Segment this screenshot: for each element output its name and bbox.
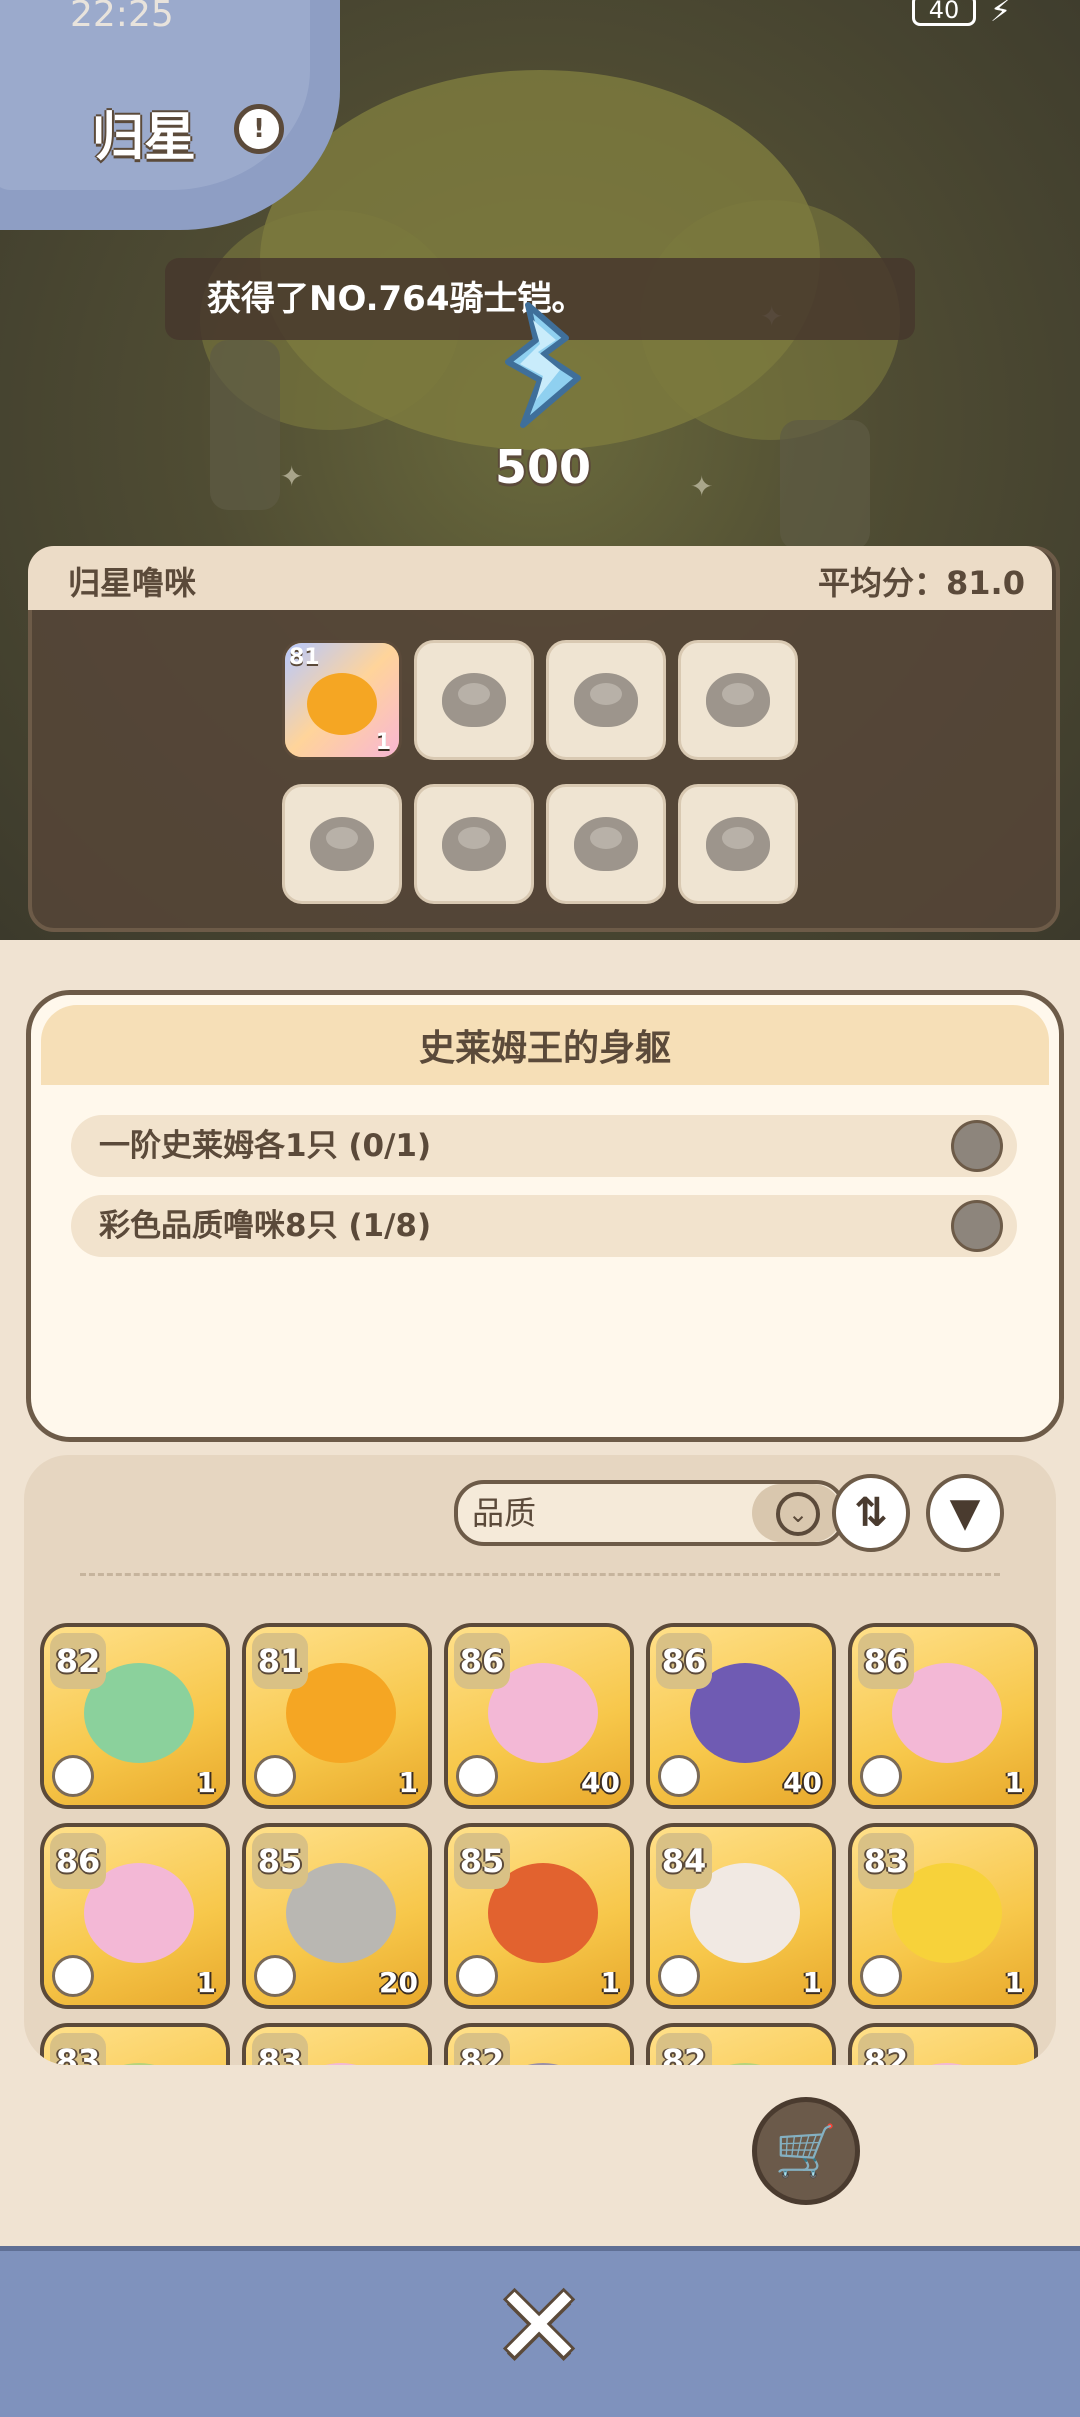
roster-card[interactable]: 83 bbox=[40, 2023, 230, 2065]
card-level: 83 bbox=[858, 1833, 914, 1889]
roster-card[interactable]: 81 1 bbox=[242, 1623, 432, 1809]
team-slot-empty[interactable] bbox=[546, 784, 666, 904]
requirement-text: 彩色品质噜咪8只 (1/8) bbox=[99, 1208, 432, 1244]
card-count: 20 bbox=[379, 1966, 418, 1999]
battery-indicator: 40 bbox=[912, 0, 976, 26]
requirement-status-icon bbox=[951, 1200, 1003, 1252]
team-slot-empty[interactable] bbox=[414, 784, 534, 904]
empty-slot-icon bbox=[442, 673, 506, 727]
sort-label: 品质 bbox=[472, 1494, 537, 1532]
card-count: 1 bbox=[600, 1966, 620, 1999]
team-slot-empty[interactable] bbox=[282, 784, 402, 904]
requirement-status-icon bbox=[951, 1120, 1003, 1172]
requirement-text: 一阶史莱姆各1只 (0/1) bbox=[99, 1128, 432, 1164]
element-icon bbox=[254, 1955, 296, 1997]
card-level: 81 bbox=[252, 1633, 308, 1689]
page-title: 归星 bbox=[92, 108, 197, 168]
empty-slot-icon bbox=[706, 817, 770, 871]
card-level: 84 bbox=[656, 1833, 712, 1889]
roster-card[interactable]: 83 1 bbox=[848, 1823, 1038, 2009]
sort-dropdown[interactable]: 品质 ⌄ bbox=[454, 1480, 846, 1546]
roster-card[interactable]: 86 40 bbox=[444, 1623, 634, 1809]
filter-button[interactable]: ▼ bbox=[926, 1474, 1004, 1552]
roster-card[interactable]: 86 1 bbox=[848, 1623, 1038, 1809]
roster-card[interactable]: 82 bbox=[848, 2023, 1038, 2065]
card-level: 86 bbox=[50, 1833, 106, 1889]
card-count: 1 bbox=[1004, 1766, 1024, 1799]
card-level: 85 bbox=[454, 1833, 510, 1889]
roster-card[interactable]: 84 1 bbox=[646, 1823, 836, 2009]
element-icon bbox=[456, 1755, 498, 1797]
element-icon bbox=[658, 1755, 700, 1797]
card-level: 82 bbox=[656, 2033, 712, 2065]
element-icon bbox=[860, 1955, 902, 1997]
team-average-score: 平均分：81.0 bbox=[818, 564, 1025, 602]
card-level: 83 bbox=[252, 2033, 308, 2065]
sparkle-icon: ✦ bbox=[690, 470, 714, 503]
slot-count: 1 bbox=[375, 730, 391, 755]
mission-requirement: 一阶史莱姆各1只 (0/1) bbox=[71, 1115, 1017, 1177]
shop-cart-button[interactable]: 🛒 bbox=[752, 2097, 860, 2205]
mission-requirement: 彩色品质噜咪8只 (1/8) bbox=[71, 1195, 1017, 1257]
empty-slot-icon bbox=[574, 817, 638, 871]
team-slot-empty[interactable] bbox=[414, 640, 534, 760]
card-level: 86 bbox=[656, 1633, 712, 1689]
card-count: 1 bbox=[196, 1766, 216, 1799]
roster-card[interactable]: 86 40 bbox=[646, 1623, 836, 1809]
roster-card[interactable]: 82 1 bbox=[40, 1623, 230, 1809]
empty-slot-icon bbox=[706, 673, 770, 727]
team-name: 归星噜咪 bbox=[68, 564, 197, 602]
empty-slot-icon bbox=[310, 817, 374, 871]
card-level: 82 bbox=[50, 1633, 106, 1689]
mission-card: 史莱姆王的身躯 一阶史莱姆各1只 (0/1) 彩色品质噜咪8只 (1/8) bbox=[26, 990, 1064, 1442]
roster-card[interactable]: 85 1 bbox=[444, 1823, 634, 2009]
card-level: 86 bbox=[858, 1633, 914, 1689]
slot-level: 81 bbox=[289, 645, 320, 670]
charging-icon: ⚡ bbox=[990, 0, 1012, 29]
close-button[interactable]: ✕ bbox=[493, 2271, 585, 2381]
team-slot-empty[interactable] bbox=[678, 640, 798, 760]
element-icon bbox=[860, 1755, 902, 1797]
dropdown-toggle[interactable]: ⌄ bbox=[752, 1484, 842, 1542]
card-count: 40 bbox=[581, 1766, 620, 1799]
creature-avatar bbox=[307, 673, 377, 735]
card-count: 1 bbox=[802, 1966, 822, 1999]
divider bbox=[80, 1573, 1000, 1576]
element-icon bbox=[254, 1755, 296, 1797]
card-count: 1 bbox=[398, 1766, 418, 1799]
roster-panel: 品质 ⌄ ⇅ ▼ 82 1 81 1 86 40 86 40 86 1 86 1 85 20 85 1 84 1 8… bbox=[24, 1455, 1056, 2065]
element-icon bbox=[52, 1755, 94, 1797]
empty-slot-icon bbox=[574, 673, 638, 727]
roster-card[interactable]: 83 bbox=[242, 2023, 432, 2065]
element-icon bbox=[456, 1955, 498, 1997]
status-time: 22:25 bbox=[70, 0, 174, 35]
roster-card[interactable]: 82 bbox=[444, 2023, 634, 2065]
roster-card[interactable]: 86 1 bbox=[40, 1823, 230, 2009]
team-slot-empty[interactable] bbox=[678, 784, 798, 904]
stone-pillar-right bbox=[780, 420, 870, 550]
card-count: 1 bbox=[1004, 1966, 1024, 1999]
card-level: 85 bbox=[252, 1833, 308, 1889]
card-level: 82 bbox=[858, 2033, 914, 2065]
team-slot-empty[interactable] bbox=[546, 640, 666, 760]
mission-title: 史莱姆王的身躯 bbox=[41, 1005, 1049, 1085]
energy-value: 500 bbox=[495, 440, 592, 494]
chevron-down-icon: ⌄ bbox=[776, 1492, 820, 1536]
card-level: 82 bbox=[454, 2033, 510, 2065]
stone-pillar-left bbox=[210, 340, 280, 510]
sparkle-icon: ✦ bbox=[280, 460, 304, 493]
card-count: 40 bbox=[783, 1766, 822, 1799]
sort-order-button[interactable]: ⇅ bbox=[832, 1474, 910, 1552]
element-icon bbox=[658, 1955, 700, 1997]
roster-card[interactable]: 85 20 bbox=[242, 1823, 432, 2009]
element-icon bbox=[52, 1955, 94, 1997]
card-level: 86 bbox=[454, 1633, 510, 1689]
roster-card[interactable]: 82 bbox=[646, 2023, 836, 2065]
team-slot-filled[interactable]: 81 1 bbox=[282, 640, 402, 760]
energy-bolt-icon bbox=[505, 302, 581, 428]
empty-slot-icon bbox=[442, 817, 506, 871]
card-level: 83 bbox=[50, 2033, 106, 2065]
card-count: 1 bbox=[196, 1966, 216, 1999]
help-icon[interactable]: ! bbox=[234, 104, 284, 154]
